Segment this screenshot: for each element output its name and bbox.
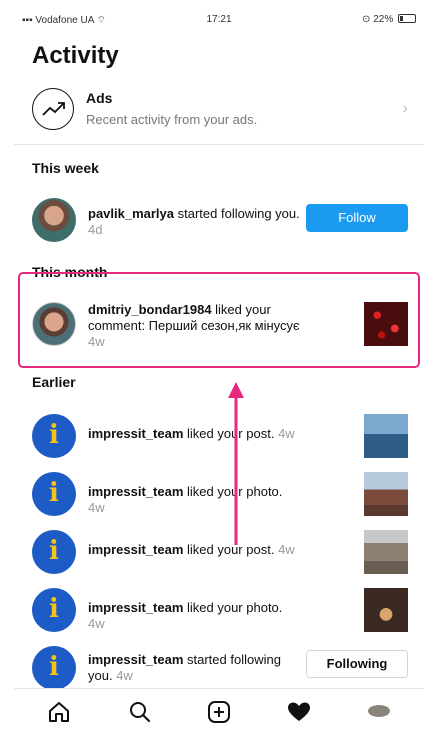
heart-icon[interactable]	[286, 699, 312, 725]
search-icon[interactable]	[127, 699, 153, 725]
bottom-tab-bar	[14, 688, 424, 734]
profile-icon[interactable]	[368, 705, 390, 717]
add-post-icon[interactable]	[206, 699, 232, 725]
activity-screen: ▪▪▪ Vodafone UA ⌔ 17:21 ⊙ 22% Activity A…	[14, 0, 424, 734]
home-icon[interactable]	[46, 699, 72, 725]
annotation-arrow	[228, 382, 244, 545]
